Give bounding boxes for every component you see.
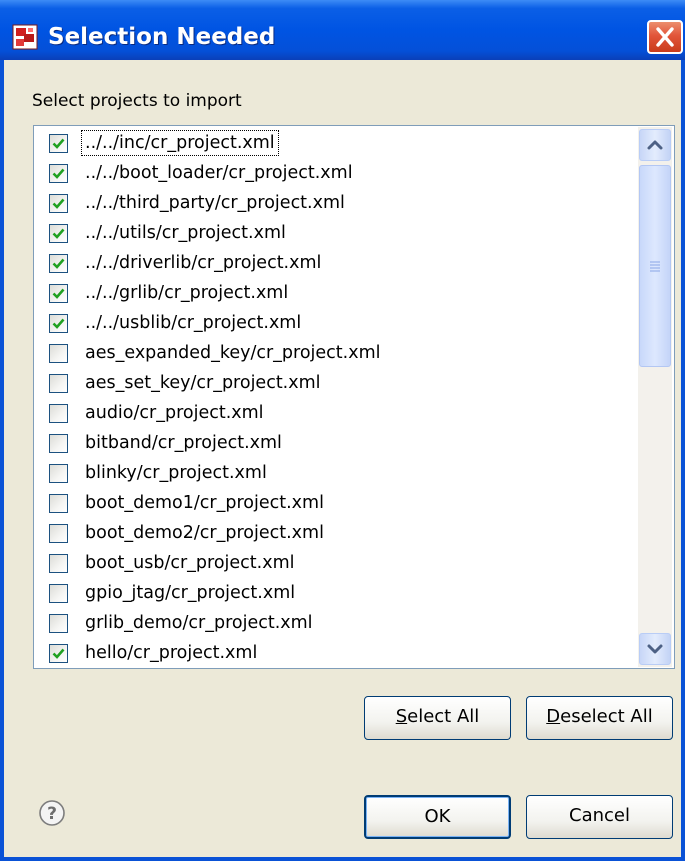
list-item[interactable]: boot_demo2/cr_project.xml [34, 521, 634, 551]
list-item[interactable]: boot_usb/cr_project.xml [34, 551, 634, 581]
list-item-label: boot_demo2/cr_project.xml [85, 523, 324, 543]
close-icon [656, 27, 674, 47]
list-item[interactable]: aes_expanded_key/cr_project.xml [34, 341, 634, 371]
checkbox[interactable] [49, 344, 68, 363]
checkmark-icon [52, 228, 65, 239]
chevron-down-icon [647, 644, 663, 654]
checkbox[interactable] [49, 194, 68, 213]
close-button[interactable] [647, 20, 683, 54]
checkbox[interactable] [49, 284, 68, 303]
vertical-scrollbar[interactable] [638, 127, 672, 667]
checkmark-icon [52, 318, 65, 329]
list-item[interactable]: aes_set_key/cr_project.xml [34, 371, 634, 401]
dialog-window: Selection Needed Select projects to impo… [0, 0, 685, 861]
list-item-label: ../../usblib/cr_project.xml [85, 313, 302, 333]
list-item[interactable]: audio/cr_project.xml [34, 401, 634, 431]
list-item[interactable]: ../../utils/cr_project.xml [34, 221, 634, 251]
list-item-label: ../../driverlib/cr_project.xml [85, 253, 322, 273]
checkbox[interactable] [49, 464, 68, 483]
checkbox[interactable] [49, 584, 68, 603]
select-all-button[interactable]: Select All [364, 696, 511, 740]
list-item[interactable]: hello/cr_project.xml [34, 641, 634, 668]
list-item-label: aes_set_key/cr_project.xml [85, 373, 321, 393]
checkbox[interactable] [49, 134, 68, 153]
svg-text:?: ? [47, 804, 57, 824]
list-item-label: boot_demo1/cr_project.xml [85, 493, 324, 513]
checkbox[interactable] [49, 554, 68, 573]
list-item-label: ../../third_party/cr_project.xml [85, 193, 345, 213]
list-item[interactable]: ../../grlib/cr_project.xml [34, 281, 634, 311]
project-icon [12, 24, 38, 50]
checkmark-icon [52, 198, 65, 209]
checkbox[interactable] [49, 494, 68, 513]
ok-button[interactable]: OK [364, 795, 511, 839]
checkmark-icon [52, 648, 65, 659]
checkmark-icon [52, 288, 65, 299]
list-item[interactable]: ../../third_party/cr_project.xml [34, 191, 634, 221]
chevron-up-icon [647, 140, 663, 150]
list-item-label: ../../boot_loader/cr_project.xml [85, 163, 353, 183]
list-item[interactable]: ../../boot_loader/cr_project.xml [34, 161, 634, 191]
cancel-button[interactable]: Cancel [526, 795, 673, 839]
list-item[interactable]: gpio_jtag/cr_project.xml [34, 581, 634, 611]
checkmark-icon [52, 258, 65, 269]
list-item[interactable]: grlib_demo/cr_project.xml [34, 611, 634, 641]
checkbox[interactable] [49, 404, 68, 423]
scroll-up-button[interactable] [639, 129, 671, 161]
list-item-label: gpio_jtag/cr_project.xml [85, 583, 296, 603]
list-item-label: audio/cr_project.xml [85, 403, 264, 423]
project-list[interactable]: ../../inc/cr_project.xml ../../boot_loade… [33, 125, 675, 669]
checkmark-icon [52, 138, 65, 149]
checkbox[interactable] [49, 524, 68, 543]
list-item[interactable]: boot_demo1/cr_project.xml [34, 491, 634, 521]
list-item-label: aes_expanded_key/cr_project.xml [85, 343, 381, 363]
list-item-label: ../../grlib/cr_project.xml [85, 283, 289, 303]
scroll-down-button[interactable] [639, 633, 671, 665]
list-item-label: bitband/cr_project.xml [85, 433, 282, 453]
checkbox[interactable] [49, 434, 68, 453]
checkbox[interactable] [49, 164, 68, 183]
grip-icon [650, 261, 660, 272]
scroll-thumb[interactable] [639, 165, 671, 367]
checkbox[interactable] [49, 644, 68, 663]
checkbox[interactable] [49, 614, 68, 633]
list-item-label: blinky/cr_project.xml [85, 463, 267, 483]
checkbox[interactable] [49, 224, 68, 243]
list-item-label: hello/cr_project.xml [85, 643, 258, 663]
checkmark-icon [52, 168, 65, 179]
checkbox[interactable] [49, 314, 68, 333]
list-item[interactable]: ../../inc/cr_project.xml [34, 130, 634, 161]
dialog-title: Selection Needed [48, 24, 276, 50]
prompt-label: Select projects to import [32, 91, 242, 111]
list-item[interactable]: ../../driverlib/cr_project.xml [34, 251, 634, 281]
list-item-label: ../../inc/cr_project.xml [81, 130, 279, 156]
list-item[interactable]: ../../usblib/cr_project.xml [34, 311, 634, 341]
list-item-label: grlib_demo/cr_project.xml [85, 613, 313, 633]
checkbox[interactable] [49, 374, 68, 393]
deselect-all-button[interactable]: Deselect All [526, 696, 673, 740]
list-item[interactable]: bitband/cr_project.xml [34, 431, 634, 461]
list-item-label: ../../utils/cr_project.xml [85, 223, 286, 243]
title-bar[interactable]: Selection Needed [0, 0, 685, 60]
checkbox[interactable] [49, 254, 68, 273]
help-icon[interactable]: ? [38, 799, 66, 827]
list-item-label: boot_usb/cr_project.xml [85, 553, 295, 573]
list-item[interactable]: blinky/cr_project.xml [34, 461, 634, 491]
